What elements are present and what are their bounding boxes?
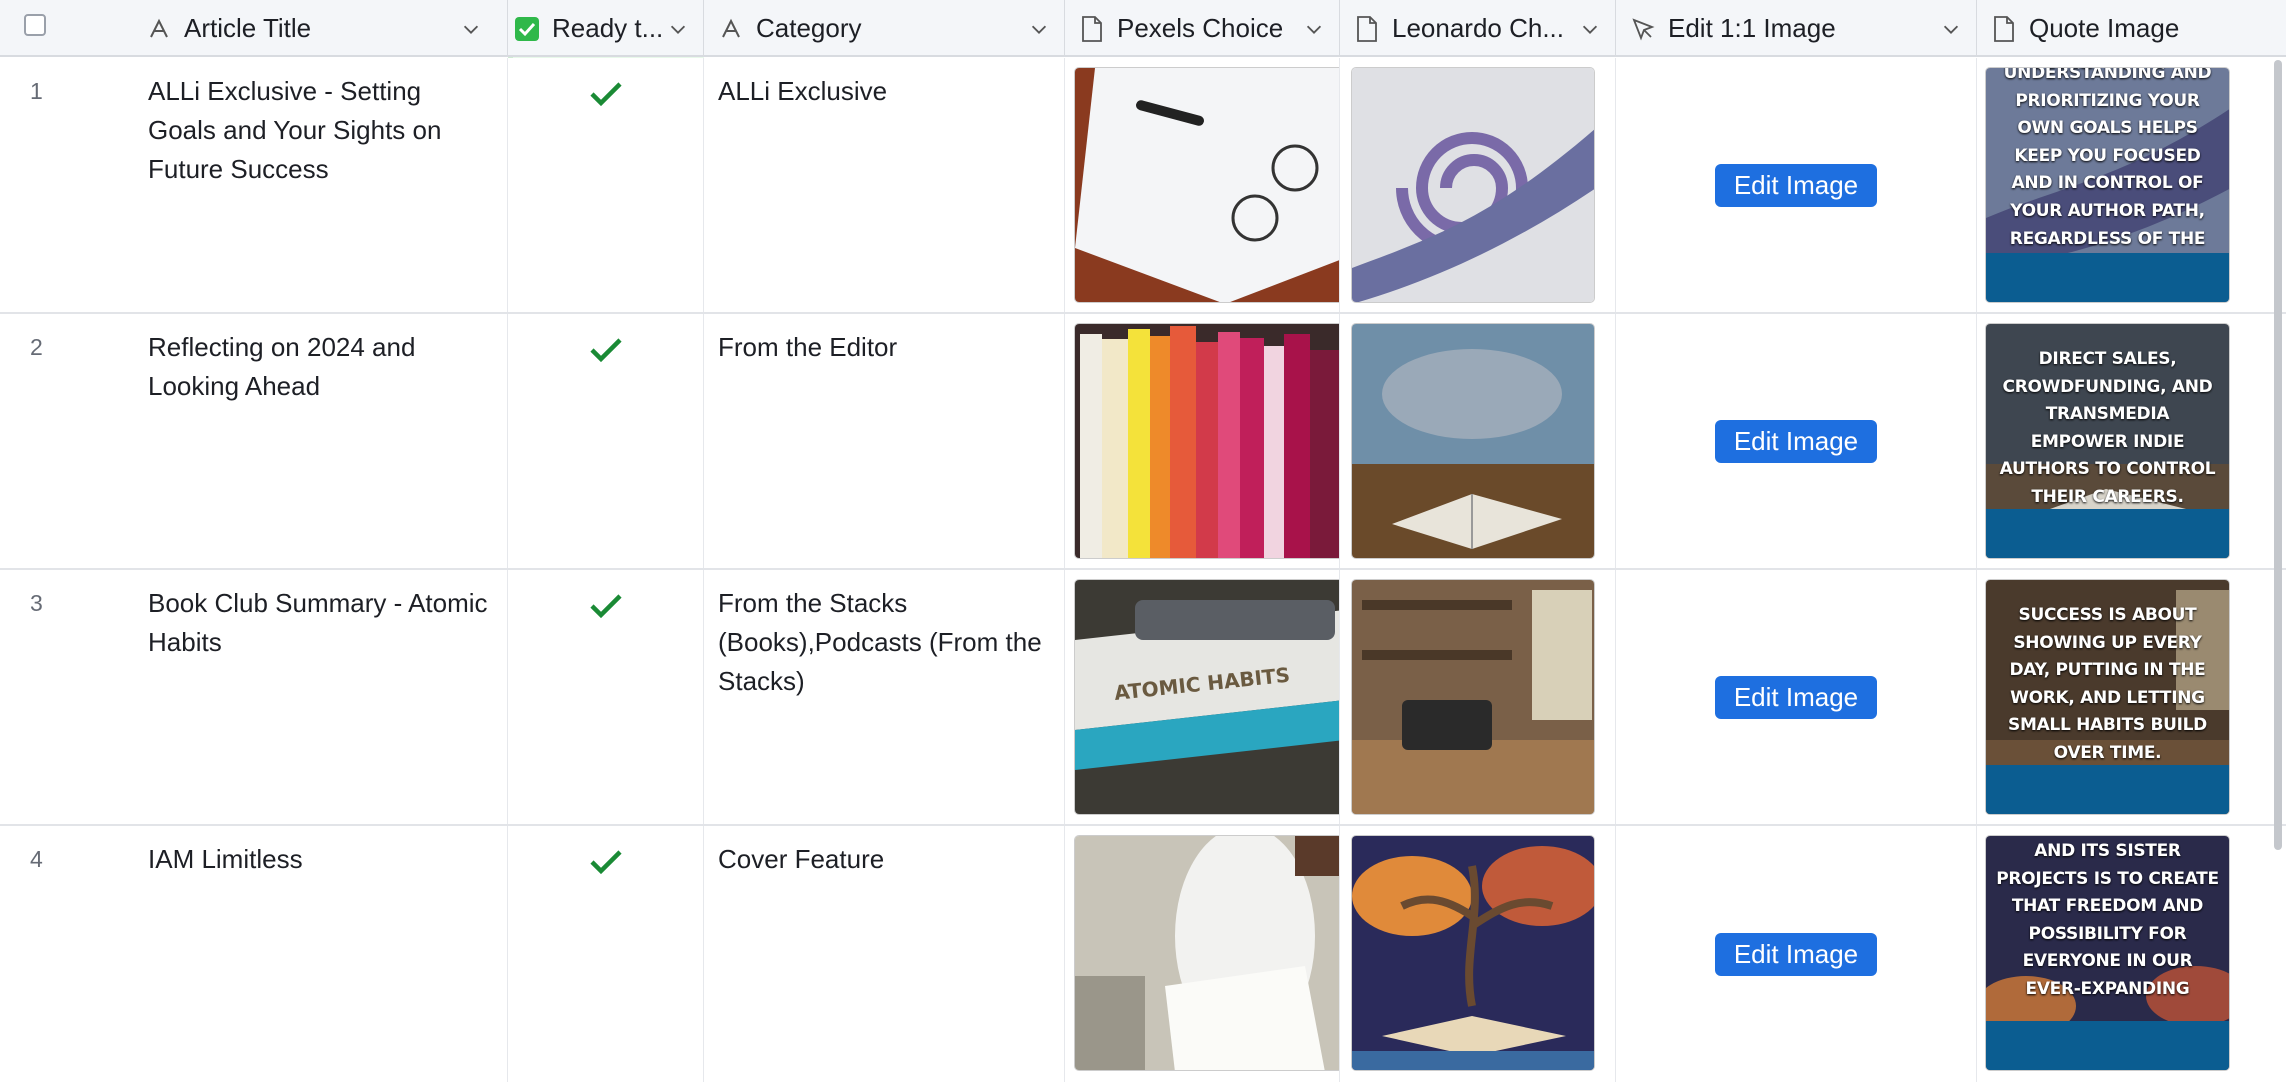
article-title: Reflecting on 2024 and Looking Ahead	[148, 332, 416, 401]
grid-header: Article Title Ready t... Category Pexels…	[0, 0, 2286, 57]
pexels-image[interactable]	[1074, 67, 1339, 303]
quote-text: SUCCESS IS ABOUT SHOWING UP EVERY DAY, P…	[2008, 605, 2207, 763]
text-icon	[146, 16, 172, 42]
ready-cell[interactable]	[508, 570, 704, 824]
edit-image-button[interactable]: Edit Image	[1714, 163, 1878, 207]
edit-cell: Edit Image	[1616, 314, 1977, 568]
quote-band	[1986, 509, 2229, 558]
checkbox-checked-icon	[514, 16, 540, 42]
header-quote-column[interactable]: Quote Image	[1977, 0, 2286, 57]
edit-cell: Edit Image	[1616, 826, 1977, 1082]
edit-image-button[interactable]: Edit Image	[1714, 932, 1878, 976]
header-category-column[interactable]: Category	[704, 0, 1065, 57]
file-icon	[1991, 15, 2017, 42]
ready-cell[interactable]	[508, 58, 704, 312]
leonardo-image[interactable]	[1351, 835, 1595, 1071]
leonardo-cell[interactable]	[1340, 570, 1616, 824]
edit-image-button[interactable]: Edit Image	[1714, 675, 1878, 719]
title-cell[interactable]: 1 ALLi Exclusive - Setting Goals and You…	[0, 58, 508, 312]
vertical-scrollbar[interactable]	[2274, 60, 2282, 850]
chevron-down-icon[interactable]	[1940, 18, 1962, 40]
header-title-column[interactable]: Article Title	[0, 0, 508, 57]
quote-cell[interactable]: UNDERSTANDING AND PRIORITIZING YOUR OWN …	[1977, 58, 2286, 312]
header-leonardo-column[interactable]: Leonardo Ch...	[1340, 0, 1616, 57]
leonardo-image[interactable]	[1351, 323, 1595, 559]
table-row[interactable]: 3 Book Club Summary - Atomic Habits From…	[0, 570, 2286, 826]
pexels-image[interactable]	[1074, 835, 1339, 1071]
title-cell[interactable]: 3 Book Club Summary - Atomic Habits	[0, 570, 508, 824]
checkmark-icon	[589, 594, 622, 619]
edit-cell: Edit Image	[1616, 570, 1977, 824]
pexels-cell[interactable]	[1065, 826, 1340, 1082]
quote-image[interactable]: AND ITS SISTER PROJECTS IS TO CREATE THA…	[1985, 835, 2230, 1071]
checkmark-icon	[589, 82, 622, 107]
header-label: Pexels Choice	[1117, 13, 1284, 43]
quote-band	[1986, 253, 2229, 302]
pexels-image[interactable]	[1074, 323, 1339, 559]
chevron-down-icon[interactable]	[1579, 18, 1601, 40]
category-cell[interactable]: From the Stacks (Books),Podcasts (From t…	[704, 570, 1065, 824]
quote-image[interactable]: DIRECT SALES, CROWDFUNDING, AND TRANSMED…	[1985, 323, 2230, 559]
checkmark-icon	[589, 338, 622, 363]
article-title: Book Club Summary - Atomic Habits	[148, 588, 488, 657]
pexels-cell[interactable]	[1065, 58, 1340, 312]
category-text: ALLi Exclusive	[718, 76, 888, 106]
quote-band	[1986, 765, 2229, 814]
quote-cell[interactable]: AND ITS SISTER PROJECTS IS TO CREATE THA…	[1977, 826, 2286, 1082]
leonardo-cell[interactable]	[1340, 58, 1616, 312]
header-label: Leonardo Ch...	[1392, 13, 1565, 43]
leonardo-image[interactable]	[1351, 67, 1595, 303]
select-all-checkbox[interactable]	[24, 14, 46, 36]
file-icon	[1354, 15, 1380, 42]
edit-cell: Edit Image	[1616, 58, 1977, 312]
table-row[interactable]: 2 Reflecting on 2024 and Looking Ahead F…	[0, 314, 2286, 570]
header-edit-column[interactable]: Edit 1:1 Image	[1616, 0, 1977, 57]
title-cell[interactable]: 4 IAM Limitless	[0, 826, 508, 1082]
quote-image[interactable]: UNDERSTANDING AND PRIORITIZING YOUR OWN …	[1985, 67, 2230, 303]
cursor-icon	[1630, 16, 1656, 42]
chevron-down-icon[interactable]	[460, 18, 482, 40]
quote-image[interactable]: SUCCESS IS ABOUT SHOWING UP EVERY DAY, P…	[1985, 579, 2230, 815]
header-label: Category	[756, 13, 862, 43]
quote-cell[interactable]: SUCCESS IS ABOUT SHOWING UP EVERY DAY, P…	[1977, 570, 2286, 824]
category-text: From the Stacks (Books),Podcasts (From t…	[718, 588, 1042, 696]
leonardo-cell[interactable]	[1340, 826, 1616, 1082]
quote-text: DIRECT SALES, CROWDFUNDING, AND TRANSMED…	[1999, 349, 2216, 507]
title-cell[interactable]: 2 Reflecting on 2024 and Looking Ahead	[0, 314, 508, 568]
header-label: Quote Image	[2029, 13, 2180, 43]
table-row[interactable]: 1 ALLi Exclusive - Setting Goals and You…	[0, 58, 2286, 314]
category-cell[interactable]: Cover Feature	[704, 826, 1065, 1082]
article-title: IAM Limitless	[148, 844, 303, 874]
header-label: Edit 1:1 Image	[1668, 13, 1836, 43]
category-text: From the Editor	[718, 332, 898, 362]
table-row[interactable]: 4 IAM Limitless Cover Feature Edit Image…	[0, 826, 2286, 1082]
pexels-cell[interactable]: ATOMIC HABITS	[1065, 570, 1340, 824]
leonardo-cell[interactable]	[1340, 314, 1616, 568]
ready-cell[interactable]	[508, 314, 704, 568]
header-ready-column[interactable]: Ready t...	[508, 0, 704, 57]
edit-image-button[interactable]: Edit Image	[1714, 419, 1878, 463]
pexels-image[interactable]: ATOMIC HABITS	[1074, 579, 1339, 815]
category-cell[interactable]: ALLi Exclusive	[704, 58, 1065, 312]
file-icon	[1079, 15, 1105, 42]
chevron-down-icon[interactable]	[667, 18, 689, 40]
quote-text: AND ITS SISTER PROJECTS IS TO CREATE THA…	[1996, 841, 2219, 999]
ready-cell[interactable]	[508, 826, 704, 1082]
data-grid: Article Title Ready t... Category Pexels…	[0, 0, 2286, 1082]
header-pexels-column[interactable]: Pexels Choice	[1065, 0, 1340, 57]
quote-cell[interactable]: DIRECT SALES, CROWDFUNDING, AND TRANSMED…	[1977, 314, 2286, 568]
chevron-down-icon[interactable]	[1028, 18, 1050, 40]
checkmark-icon	[589, 850, 622, 875]
quote-band	[1986, 1021, 2229, 1070]
article-title: ALLi Exclusive - Setting Goals and Your …	[148, 76, 442, 184]
chevron-down-icon[interactable]	[1303, 18, 1325, 40]
header-label: Ready t...	[552, 13, 664, 43]
text-icon	[718, 16, 744, 42]
category-cell[interactable]: From the Editor	[704, 314, 1065, 568]
category-text: Cover Feature	[718, 844, 885, 874]
header-label: Article Title	[184, 13, 312, 43]
leonardo-image[interactable]	[1351, 579, 1595, 815]
pexels-cell[interactable]	[1065, 314, 1340, 568]
